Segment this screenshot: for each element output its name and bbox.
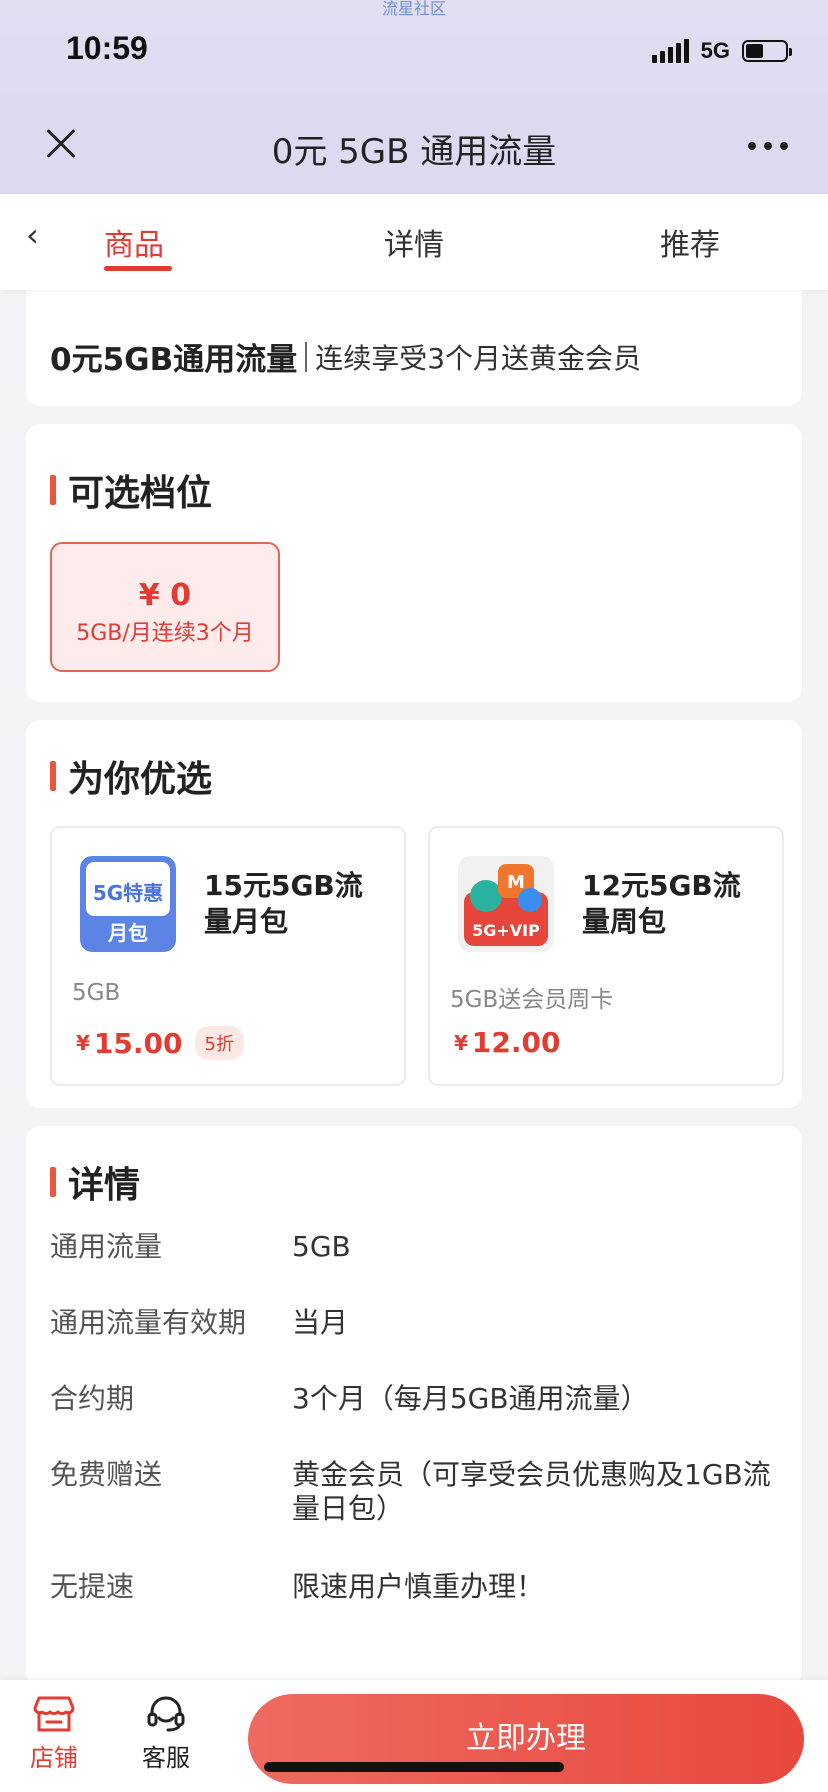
icon-text-top: 5G特惠 [93, 881, 163, 905]
recommend-carousel[interactable]: 5G特惠 月包 15元5GB流量月包 5GB ¥ 15.00 5折 M 5G+V… [50, 826, 802, 1088]
section-title-details: 详情 [50, 1156, 140, 1208]
detail-value: 黄金会员（可享受会员优惠购及1GB流量日包） [292, 1458, 771, 1525]
product-name: 0元5GB通用流量 [50, 342, 298, 378]
discount-badge: 5折 [194, 1026, 244, 1060]
shop-label: 店铺 [30, 1744, 78, 1772]
service-label: 客服 [142, 1744, 190, 1772]
recommend-title: 12元5GB流量周包 [582, 869, 741, 938]
signal-icon [651, 39, 689, 63]
currency-symbol: ¥ [454, 1030, 468, 1055]
status-time: 10:59 [66, 30, 148, 66]
details-card: 详情 通用流量 5GB 通用流量有效期 当月 合约期 3个月（每月5GB通用流量… [26, 1126, 802, 1686]
detail-value: 当月 [292, 1306, 349, 1339]
status-indicators: 5G [651, 38, 792, 64]
product-summary-card: 0元5GB通用流量 连续享受3个月送黄金会员 [26, 280, 802, 406]
back-icon[interactable]: ‹ [26, 216, 39, 254]
section-title-recommend: 为你优选 [50, 750, 212, 802]
shop-icon [33, 1696, 75, 1732]
bottom-bar: 店铺 客服 立即办理 [0, 1680, 828, 1792]
recommend-sub: 5GB [72, 980, 121, 1006]
recommend-title: 15元5GB流量月包 [204, 869, 363, 938]
page-title: 0元 5GB 通用流量 [271, 132, 557, 172]
price-value: 15.00 [93, 1026, 183, 1060]
detail-key: 通用流量有效期 [50, 1306, 247, 1339]
section-title-tiers: 可选档位 [50, 464, 212, 516]
tier-price: ¥ 0 [138, 578, 192, 613]
weekly-pack-icon: M 5G+VIP [458, 856, 554, 952]
product-subtitle: 连续享受3个月送黄金会员 [315, 341, 642, 375]
detail-key: 通用流量 [50, 1230, 163, 1263]
detail-value: 3个月（每月5GB通用流量） [292, 1382, 649, 1415]
icon-text: 5G+VIP [472, 921, 540, 940]
header: 流星社区 10:59 5G 0元 5GB 通用流量 [0, 0, 828, 194]
battery-icon [742, 40, 792, 62]
home-indicator[interactable] [264, 1762, 564, 1772]
recommend-sub: 5GB送会员周卡 [450, 987, 614, 1013]
tier-desc: 5GB/月连续3个月 [76, 621, 254, 646]
headset-icon [147, 1696, 185, 1732]
recommend-price: ¥ 12.00 [454, 1026, 561, 1059]
watermark: 流星社区 [381, 0, 446, 18]
recommend-price: ¥ 15.00 5折 [76, 1026, 244, 1060]
svg-text:M: M [507, 872, 525, 893]
product-line: 0元5GB通用流量 连续享受3个月送黄金会员 [50, 334, 641, 379]
detail-key: 无提速 [50, 1570, 135, 1603]
tier-card: 可选档位 ¥ 0 5GB/月连续3个月 [26, 424, 802, 702]
monthly-pack-icon: 5G特惠 月包 [80, 856, 176, 952]
divider [305, 341, 308, 372]
more-icon[interactable] [748, 142, 788, 150]
detail-value: 5GB [292, 1230, 351, 1263]
shop-button[interactable]: 店铺 [14, 1694, 94, 1773]
detail-key: 合约期 [50, 1382, 135, 1415]
network-type: 5G [700, 38, 730, 63]
customer-service-button[interactable]: 客服 [126, 1694, 206, 1773]
tab-goods[interactable]: 商品 [104, 220, 164, 264]
detail-key: 免费赠送 [50, 1458, 163, 1491]
price-value: 12.00 [471, 1026, 561, 1059]
recommend-item[interactable]: M 5G+VIP 12元5GB流量周包 5GB送会员周卡 ¥ 12.00 [428, 826, 784, 1086]
tab-indicator [104, 266, 172, 271]
recommend-card: 为你优选 5G特惠 月包 15元5GB流量月包 5GB ¥ 15.00 5折 M… [26, 720, 802, 1108]
tier-option[interactable]: ¥ 0 5GB/月连续3个月 [50, 542, 280, 672]
tab-bar: ‹ 商品 详情 推荐 [0, 194, 828, 290]
currency-symbol: ¥ [76, 1031, 90, 1055]
detail-value: 限速用户慎重办理！ [292, 1570, 545, 1603]
tab-recommend[interactable]: 推荐 [660, 220, 720, 264]
recommend-item[interactable]: 5G特惠 月包 15元5GB流量月包 5GB ¥ 15.00 5折 [50, 826, 406, 1086]
tab-details[interactable]: 详情 [384, 220, 444, 264]
icon-text-bottom: 月包 [107, 921, 148, 945]
